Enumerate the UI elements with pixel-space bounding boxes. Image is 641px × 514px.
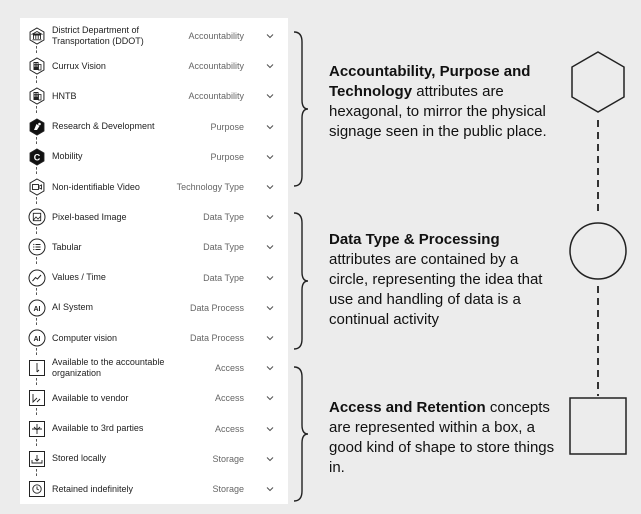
attribute-category: Data Type [203, 272, 244, 283]
attribute-row[interactable]: Non-identifiable Video Technology Type [20, 172, 288, 202]
group-text: attributes are contained by a circle, re… [329, 251, 543, 328]
attribute-label: Currux Vision [52, 60, 106, 71]
svg-text:AI: AI [34, 336, 41, 343]
trend-icon [28, 269, 46, 287]
office-icon [28, 57, 46, 75]
attribute-category: Data Type [203, 242, 244, 253]
attribute-row[interactable]: Stored locally Storage [20, 444, 288, 474]
storage-local-icon [28, 450, 46, 468]
chevron-down-icon[interactable] [266, 455, 274, 463]
attribute-label: HNTB [52, 90, 77, 101]
ai-icon: AI [28, 299, 46, 317]
attribute-label: AI System [52, 302, 94, 313]
attribute-row[interactable]: AI AI System Data Process [20, 293, 288, 323]
mobility-icon: C [28, 148, 46, 166]
attribute-row[interactable]: Pixel-based Image Data Type [20, 202, 288, 232]
attribute-category: Data Process [189, 333, 244, 343]
office-icon [28, 87, 46, 105]
chevron-down-icon[interactable] [266, 62, 274, 70]
svg-text:C: C [34, 152, 41, 162]
attribute-label: Stored locally [52, 453, 107, 464]
attribute-label: Values / Time [52, 272, 106, 283]
chevron-down-icon[interactable] [266, 123, 274, 131]
attribute-row[interactable]: HNTB Accountability [20, 81, 288, 111]
shape-legend [569, 51, 627, 455]
attribute-label: Pixel-based Image [52, 211, 127, 222]
attribute-category: Accountability [188, 61, 244, 72]
attribute-row[interactable]: Tabular Data Type [20, 232, 288, 262]
attribute-label: Research & Development [52, 121, 155, 132]
attribute-category: Data Process [189, 302, 244, 313]
group-brace-hex [293, 31, 309, 187]
attribute-label: Mobility [52, 151, 83, 162]
attribute-category: Access [214, 363, 244, 374]
group-brace-square [293, 366, 309, 502]
chevron-down-icon[interactable] [266, 364, 274, 372]
attribute-label: Available to vendor [52, 392, 129, 403]
research-icon [28, 118, 46, 136]
chevron-down-icon[interactable] [266, 304, 274, 312]
attribute-category: Storage [212, 453, 244, 464]
attribute-row[interactable]: District Department of Transportation (D… [20, 21, 288, 51]
attribute-label: Computer vision [52, 332, 118, 343]
circle-icon [569, 222, 627, 280]
attribute-category: Accountability [188, 31, 244, 41]
svg-text:AI: AI [34, 306, 41, 313]
attribute-row[interactable]: Values / Time Data Type [20, 263, 288, 293]
attribute-row[interactable]: AI Computer vision Data Process [20, 323, 288, 353]
attribute-row[interactable]: Retained indefinitely Storage [20, 474, 288, 504]
attribute-category: Accountability [188, 91, 244, 102]
group-description-circle: Data Type & Processing attributes are co… [329, 230, 559, 330]
attribute-label: Retained indefinitely [52, 483, 134, 494]
attribute-row[interactable]: Available to vendor Access [20, 383, 288, 413]
chevron-down-icon[interactable] [266, 153, 274, 161]
group-title: Data Type & Processing [329, 231, 500, 248]
attribute-row[interactable]: Available to 3rd parties Access [20, 414, 288, 444]
attribute-label: Available to 3rd parties [52, 423, 144, 434]
ai-icon: AI [28, 329, 46, 347]
access-vendor-icon [28, 389, 46, 407]
attribute-category: Access [214, 423, 244, 434]
square-icon [569, 397, 627, 455]
chevron-down-icon[interactable] [266, 243, 274, 251]
access-third-party-icon [28, 420, 46, 438]
building-icon [28, 27, 46, 45]
chevron-down-icon[interactable] [266, 485, 274, 493]
group-description-hex: Accountability, Purpose and Technology a… [329, 62, 559, 142]
attribute-label: District Department of Transportation (D… [52, 25, 144, 46]
attribute-category: Access [214, 393, 244, 404]
group-description-square: Access and Retention concepts are repres… [329, 398, 559, 478]
attribute-category: Data Type [203, 212, 244, 223]
chevron-down-icon[interactable] [266, 334, 274, 342]
access-org-icon [28, 359, 46, 377]
attribute-row[interactable]: Currux Vision Accountability [20, 51, 288, 81]
group-title: Access and Retention [329, 399, 486, 416]
attribute-category: Purpose [210, 121, 244, 132]
chevron-down-icon[interactable] [266, 183, 274, 191]
attribute-category: Technology Type [176, 182, 244, 192]
attribute-row[interactable]: Research & Development Purpose [20, 112, 288, 142]
chevron-down-icon[interactable] [266, 32, 274, 40]
attribute-row[interactable]: Available to the accountable organizatio… [20, 353, 288, 383]
attribute-label: Available to the accountable organizatio… [52, 357, 165, 379]
chevron-down-icon[interactable] [266, 213, 274, 221]
group-brace-circle [293, 212, 309, 350]
attribute-row[interactable]: C Mobility Purpose [20, 142, 288, 172]
video-camera-icon [28, 178, 46, 196]
attribute-category: Storage [212, 484, 244, 494]
list-icon [28, 238, 46, 256]
chevron-down-icon[interactable] [266, 425, 274, 433]
attribute-list: District Department of Transportation (D… [20, 18, 288, 504]
attribute-category: Purpose [210, 151, 244, 162]
hexagon-icon [571, 51, 625, 113]
image-icon [28, 208, 46, 226]
clock-icon [28, 480, 46, 498]
attribute-label: Non-identifiable Video [52, 181, 140, 192]
chevron-down-icon[interactable] [266, 274, 274, 282]
attribute-label: Tabular [52, 241, 82, 252]
chevron-down-icon[interactable] [266, 394, 274, 402]
chevron-down-icon[interactable] [266, 92, 274, 100]
